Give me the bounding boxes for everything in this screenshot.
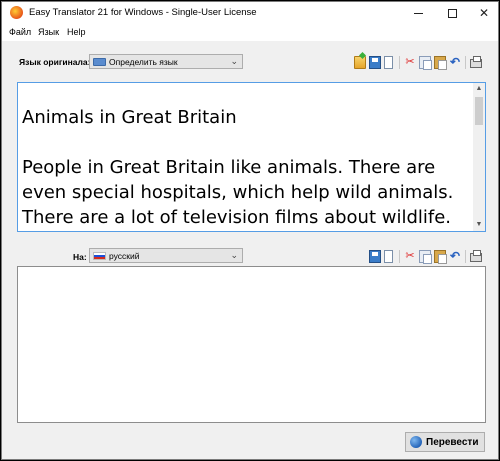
cut-icon[interactable]: ✂ [404, 250, 416, 263]
globe-icon [410, 436, 422, 448]
source-scrollbar[interactable]: ▲ ▼ [473, 83, 485, 231]
copy-icon[interactable] [419, 56, 432, 70]
print-icon[interactable] [470, 56, 482, 68]
target-language-select[interactable]: русский ⌄ [89, 248, 243, 263]
source-text-body: People in Great Britain like animals. Th… [22, 157, 454, 228]
source-toolbar: ✂ ↶ [354, 56, 489, 70]
new-document-icon[interactable] [384, 250, 393, 263]
app-window: Easy Translator 21 for Windows - Single-… [1, 1, 499, 460]
scroll-down-icon[interactable]: ▼ [473, 219, 485, 231]
source-language-label: Язык оригинала: [19, 57, 91, 67]
minimize-button[interactable] [402, 2, 434, 24]
toolbar-divider [465, 56, 466, 69]
save-icon[interactable] [369, 56, 381, 69]
paste-icon[interactable] [434, 56, 447, 70]
toolbar-divider [465, 250, 466, 263]
scroll-up-icon[interactable]: ▲ [473, 83, 485, 95]
target-language-label: На: [73, 252, 87, 262]
target-text-area[interactable] [17, 266, 486, 423]
chevron-down-icon: ⌄ [230, 250, 238, 260]
print-icon[interactable] [470, 250, 482, 262]
close-icon: ✕ [478, 6, 490, 20]
window-title: Easy Translator 21 for Windows - Single-… [29, 7, 257, 18]
paste-icon[interactable] [434, 250, 447, 264]
target-toolbar: ✂ ↶ [369, 250, 489, 264]
app-logo-icon [10, 6, 23, 19]
menu-bar: Файл Язык Help [2, 24, 498, 41]
open-folder-icon[interactable] [354, 56, 366, 69]
maximize-button[interactable] [436, 2, 468, 24]
menu-help[interactable]: Help [67, 27, 86, 37]
translate-button[interactable]: Перевести [405, 432, 485, 452]
source-language-value: Определить язык [109, 57, 178, 67]
source-text-area[interactable]: Animals in Great Britain People in Great… [17, 82, 486, 232]
source-text: Animals in Great Britain People in Great… [22, 105, 470, 231]
cut-icon[interactable]: ✂ [404, 56, 416, 69]
source-text-title: Animals in Great Britain [22, 107, 237, 128]
translate-button-label: Перевести [426, 436, 479, 448]
save-icon[interactable] [369, 250, 381, 263]
source-language-select[interactable]: Определить язык ⌄ [89, 54, 243, 69]
maximize-icon [447, 8, 457, 18]
toolbar-divider [399, 250, 400, 263]
undo-icon[interactable]: ↶ [449, 56, 461, 69]
russian-flag-icon [93, 252, 106, 260]
close-button[interactable]: ✕ [468, 2, 500, 24]
target-language-value: русский [109, 251, 140, 261]
undo-icon[interactable]: ↶ [449, 250, 461, 263]
scrollbar-thumb[interactable] [475, 97, 483, 125]
minimize-icon [413, 12, 423, 14]
title-bar: Easy Translator 21 for Windows - Single-… [2, 2, 498, 24]
new-document-icon[interactable] [384, 56, 393, 69]
menu-language[interactable]: Язык [38, 27, 59, 37]
copy-icon[interactable] [419, 250, 432, 264]
menu-file[interactable]: Файл [9, 27, 31, 37]
chevron-down-icon: ⌄ [230, 56, 238, 66]
auto-detect-icon [93, 58, 106, 66]
toolbar-divider [399, 56, 400, 69]
